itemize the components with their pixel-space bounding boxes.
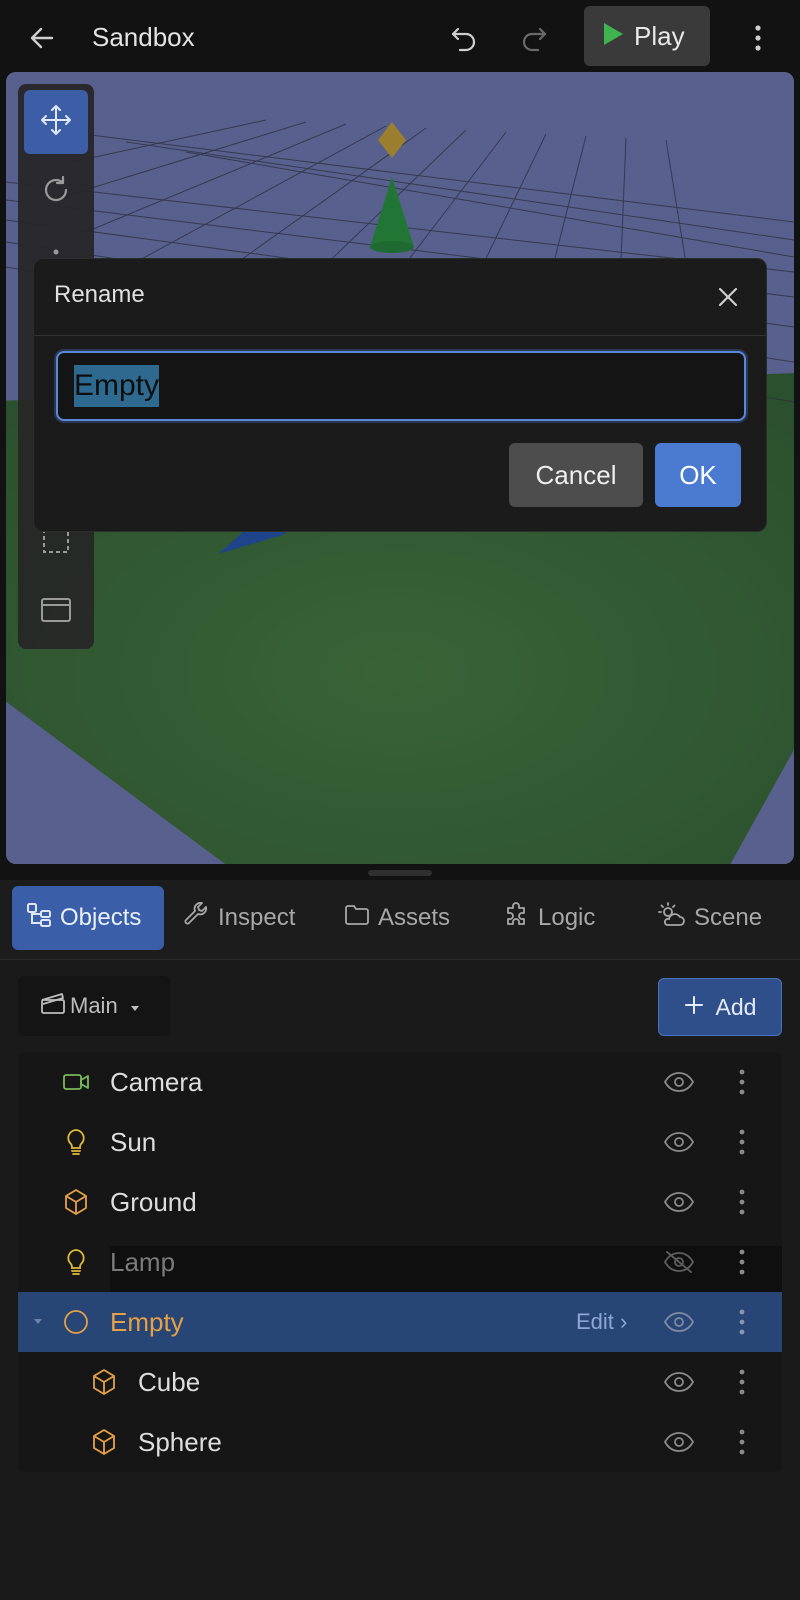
add-label: Add [715, 993, 757, 1020]
folder-icon [344, 903, 370, 934]
rename-input-value: Empty [74, 365, 160, 407]
edit-link[interactable]: Edit › [576, 1308, 627, 1336]
hierarchy-icon [26, 902, 52, 935]
more-vertical-icon[interactable] [730, 1126, 754, 1158]
tab-logic-label: Logic [538, 904, 596, 931]
eye-icon[interactable] [662, 1428, 696, 1456]
more-vertical-icon[interactable] [730, 1246, 754, 1278]
camera-icon [62, 1068, 90, 1096]
add-object-button[interactable]: Add [658, 978, 782, 1036]
collapse-caret-icon[interactable] [32, 1312, 44, 1332]
undo-icon[interactable] [446, 20, 482, 56]
more-vertical-icon[interactable] [730, 1186, 754, 1218]
tab-inspect-label: Inspect [218, 904, 296, 931]
move-icon [39, 103, 73, 142]
rename-dialog: Rename Empty Cancel OK [33, 258, 767, 532]
eye-off-icon[interactable] [662, 1248, 696, 1276]
more-vertical-icon[interactable] [730, 1366, 754, 1398]
play-icon [602, 22, 624, 51]
panel-resize-handle[interactable] [368, 870, 432, 876]
window-icon [40, 596, 72, 629]
more-vertical-icon[interactable] [740, 20, 776, 56]
tab-scene-label: Scene [694, 904, 763, 931]
clapperboard-icon [40, 991, 66, 1021]
cube-icon [90, 1368, 118, 1396]
eye-icon[interactable] [662, 1188, 696, 1216]
object-label: Ground [110, 1187, 197, 1217]
ok-button[interactable]: OK [655, 443, 741, 507]
more-vertical-icon[interactable] [730, 1426, 754, 1458]
tab-objects[interactable]: Objects [12, 886, 164, 950]
panel-tabs: Objects Inspect Assets Logic Scene [0, 880, 800, 960]
object-label: Camera [110, 1067, 203, 1097]
eye-icon[interactable] [662, 1128, 696, 1156]
dialog-title: Rename [54, 281, 145, 308]
redo-icon[interactable] [516, 20, 552, 56]
back-arrow-icon[interactable] [24, 20, 60, 56]
list-item-sun[interactable]: Sun [18, 1112, 782, 1172]
eye-icon[interactable] [662, 1368, 696, 1396]
play-button[interactable]: Play [584, 6, 710, 66]
lightbulb-icon [62, 1128, 90, 1156]
top-bar: Sandbox Play [0, 0, 800, 72]
tab-logic[interactable]: Logic [490, 886, 620, 950]
cancel-button[interactable]: Cancel [509, 443, 643, 507]
object-label: Sphere [138, 1427, 222, 1457]
close-icon[interactable] [714, 283, 742, 311]
window-tool-button[interactable] [24, 580, 88, 644]
eye-icon[interactable] [662, 1308, 696, 1336]
tab-inspect[interactable]: Inspect [170, 886, 320, 950]
weather-icon [658, 901, 686, 935]
more-vertical-icon[interactable] [730, 1066, 754, 1098]
wrench-icon [184, 901, 210, 935]
object-label: Empty [110, 1307, 184, 1337]
object-label: Sun [110, 1127, 157, 1157]
puzzle-icon [504, 901, 530, 935]
tab-assets-label: Assets [378, 904, 451, 931]
dialog-divider [34, 335, 766, 336]
list-item-empty[interactable]: Empty Edit › [18, 1292, 782, 1352]
tab-objects-label: Objects [60, 904, 142, 931]
lightbulb-icon [62, 1248, 90, 1276]
move-tool-button[interactable] [24, 90, 88, 154]
rename-input[interactable]: Empty [56, 351, 746, 421]
tab-scene[interactable]: Scene [644, 886, 784, 950]
object-label: Cube [138, 1367, 201, 1397]
bottom-panel: Objects Inspect Assets Logic Scene Main … [0, 880, 800, 1600]
project-title: Sandbox [92, 22, 195, 52]
rotate-icon [40, 174, 72, 211]
circle-icon [62, 1308, 90, 1336]
list-item-camera[interactable]: Camera [18, 1052, 782, 1112]
list-item-cube[interactable]: Cube [18, 1352, 782, 1412]
eye-icon[interactable] [662, 1068, 696, 1096]
list-item-ground[interactable]: Ground [18, 1172, 782, 1232]
scene-select-value: Main [70, 993, 118, 1018]
scene-select[interactable]: Main [18, 976, 170, 1036]
cube-icon [62, 1188, 90, 1216]
plus-icon [684, 994, 704, 1021]
play-label: Play [634, 20, 685, 51]
list-item-sphere[interactable]: Sphere [18, 1412, 782, 1472]
more-vertical-icon[interactable] [730, 1306, 754, 1338]
object-list: Camera Sun Ground Lamp Empty Edit › Cube… [18, 1052, 782, 1472]
rotate-tool-button[interactable] [24, 160, 88, 224]
dropdown-caret-icon [130, 993, 140, 1019]
tab-assets[interactable]: Assets [330, 886, 466, 950]
cube-icon [90, 1428, 118, 1456]
list-item-lamp[interactable]: Lamp [18, 1232, 782, 1306]
